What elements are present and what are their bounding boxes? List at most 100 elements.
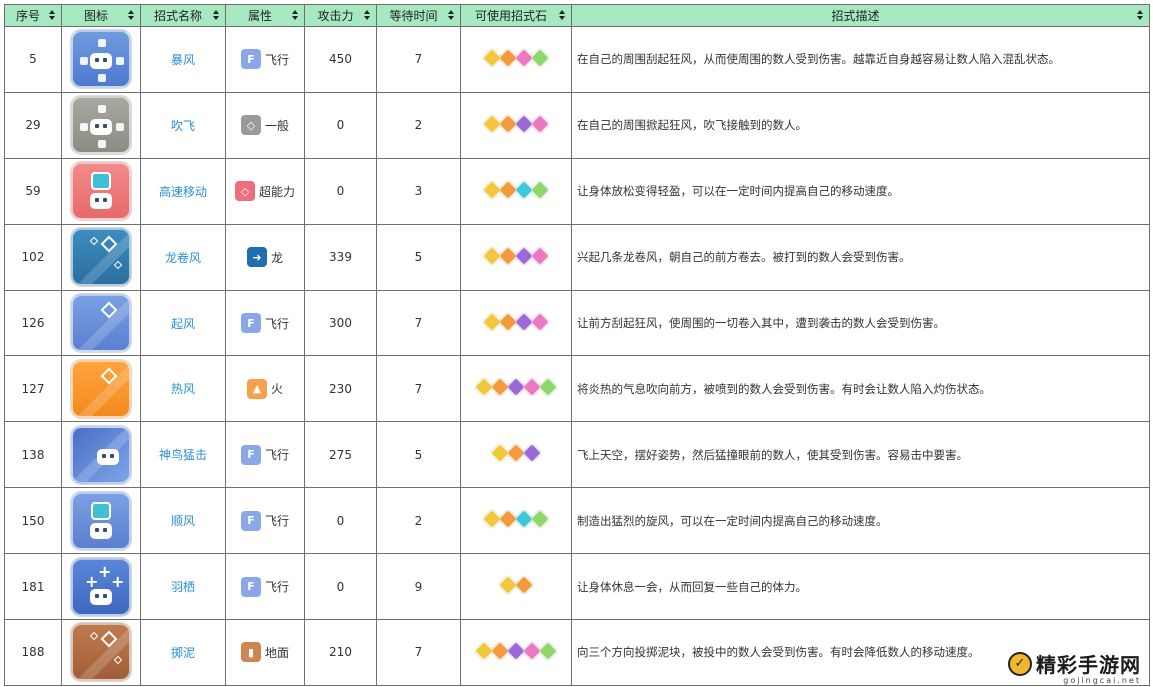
square-icon <box>116 57 124 66</box>
sort-icon[interactable] <box>448 10 455 22</box>
robot-icon <box>90 588 112 605</box>
cell-number: 181 <box>4 553 62 621</box>
chip-icon <box>91 501 111 520</box>
cell-description: 让身体放松变得轻盈，可以在一定时间内提高自己的移动速度。 <box>571 157 1150 225</box>
sort-icon[interactable] <box>49 10 56 22</box>
sort-icon[interactable] <box>292 10 299 22</box>
cell-attack: 339 <box>304 223 377 291</box>
normal-type-icon: ◇ <box>240 115 261 136</box>
move-name-link[interactable]: 神鸟猛击 <box>159 448 207 462</box>
column-header-attack[interactable]: 攻击力 <box>304 4 377 27</box>
cell-move-name: 吹飞 <box>140 91 226 159</box>
psychic-type-icon: ◇ <box>234 181 255 202</box>
cell-description: 兴起几条龙卷风，朝自己的前方卷去。被打到的数人会受到伤害。 <box>571 223 1150 291</box>
cell-wait-time: 9 <box>376 553 461 621</box>
diamond-icon <box>113 656 123 665</box>
cell-move-stones <box>460 289 572 357</box>
attribute-label: 飞行 <box>264 448 289 463</box>
cell-attribute: F 飞行 <box>225 289 305 357</box>
square-icon <box>116 123 124 132</box>
attribute-label: 龙 <box>270 250 283 265</box>
cell-wait-time: 2 <box>376 487 461 555</box>
column-header-label: 序号 <box>15 9 40 23</box>
sort-icon[interactable] <box>1137 10 1144 22</box>
column-header-icon[interactable]: 图标 <box>61 4 141 27</box>
column-header-label: 等待时间 <box>389 9 438 23</box>
ground-type-icon: ▮ <box>240 642 261 663</box>
robot-icon <box>90 522 112 539</box>
cell-attribute: ▮ 地面 <box>225 619 305 686</box>
column-header-description[interactable]: 招式描述 <box>571 4 1150 27</box>
cell-attack: 0 <box>304 553 377 621</box>
sort-icon[interactable] <box>559 10 566 22</box>
robot-icon <box>90 119 112 136</box>
attribute-label: 超能力 <box>258 184 295 199</box>
cell-wait-time: 7 <box>376 289 461 357</box>
cell-number: 126 <box>4 289 62 357</box>
column-header-move-name[interactable]: 招式名称 <box>140 4 226 27</box>
purple-stone-icon <box>522 443 542 464</box>
cell-icon <box>61 421 141 489</box>
attribute-label: 飞行 <box>264 514 289 529</box>
cell-attack: 300 <box>304 289 377 357</box>
cell-attribute: F 飞行 <box>225 553 305 621</box>
square-icon <box>80 57 88 66</box>
table-row: 59 高速移动 ◇ 超能力 0 3 让身体放松变得轻盈，可以在一定时间内提高自己的 <box>4 157 1150 225</box>
column-header-move-stones[interactable]: 可使用招式石 <box>460 4 572 27</box>
sort-icon[interactable] <box>213 10 220 22</box>
move-name-link[interactable]: 高速移动 <box>159 185 207 199</box>
flying-type-icon: F <box>240 49 261 70</box>
column-header-wait-time[interactable]: 等待时间 <box>376 4 461 27</box>
move-name-link[interactable]: 羽栖 <box>171 580 195 594</box>
move-name-link[interactable]: 顺风 <box>171 514 195 528</box>
moves-table: 序号 图标 招式名称 属性 攻击力 等待时间 可使用招式石 招式描述 5 暴风 … <box>4 4 1150 686</box>
cell-attribute: ◇ 一般 <box>225 91 305 159</box>
cell-attack: 0 <box>304 91 377 159</box>
slash-stroke <box>73 296 129 350</box>
cell-move-stones <box>460 553 572 621</box>
watermark-title: 精彩手游网 <box>1036 653 1141 677</box>
flying-type-icon: F <box>240 576 261 597</box>
cell-move-name: 神鸟猛击 <box>140 421 226 489</box>
sort-icon[interactable] <box>364 10 371 22</box>
move-name-link[interactable]: 热风 <box>171 382 195 396</box>
sky-attack-move-icon <box>71 425 131 484</box>
column-header-number[interactable]: 序号 <box>4 4 62 27</box>
diamond-icon <box>89 236 99 246</box>
cell-description: 在自己的周围刮起狂风，从而使周围的数人受到伤害。越靠近自身越容易让数人陷入混乱状… <box>571 26 1150 93</box>
move-name-link[interactable]: 掷泥 <box>171 646 195 660</box>
attribute-label: 火 <box>270 382 283 397</box>
cell-move-name: 掷泥 <box>140 619 226 686</box>
cell-attribute: ◇ 超能力 <box>225 157 305 225</box>
diamond-icon <box>113 260 123 270</box>
cell-number: 150 <box>4 487 62 555</box>
column-header-attribute[interactable]: 属性 <box>225 4 305 27</box>
cell-move-stones <box>460 421 572 489</box>
robot-icon <box>90 193 112 210</box>
cell-attribute: ➜ 龙 <box>225 223 305 291</box>
move-name-link[interactable]: 暴风 <box>171 53 195 67</box>
cell-wait-time: 3 <box>376 157 461 225</box>
cell-description: 将炎热的气息吹向前方，被喷到的数人会受到伤害。有时会让数人陷入灼伤状态。 <box>571 355 1150 423</box>
cell-icon <box>61 289 141 357</box>
cell-move-name: 顺风 <box>140 487 226 555</box>
cell-attack: 0 <box>304 157 377 225</box>
cell-attribute: F 飞行 <box>225 487 305 555</box>
cell-icon <box>61 223 141 291</box>
move-name-link[interactable]: 起风 <box>171 317 195 331</box>
move-name-link[interactable]: 龙卷风 <box>165 251 201 265</box>
cell-move-name: 起风 <box>140 289 226 357</box>
fire-type-icon: ▲ <box>246 378 267 399</box>
cell-icon <box>61 355 141 423</box>
cell-number: 5 <box>4 26 62 93</box>
whirlwind-move-icon <box>71 96 131 155</box>
table-row: 102 龙卷风 ➜ 龙 339 5 兴起几条龙卷风，朝自己的前方卷去。被打到的数… <box>4 223 1150 291</box>
table-row: 181 + + + 羽栖 F 飞行 0 9 让身体休息一会，从而回复一些自己的体力… <box>4 553 1150 621</box>
heat-wave-move-icon <box>71 359 131 418</box>
sort-icon[interactable] <box>128 10 135 22</box>
pink-stone-icon <box>530 113 550 134</box>
green-stone-icon <box>530 509 550 530</box>
move-name-link[interactable]: 吹飞 <box>171 119 195 133</box>
agility-move-icon <box>71 162 131 221</box>
robot-icon <box>90 53 112 70</box>
